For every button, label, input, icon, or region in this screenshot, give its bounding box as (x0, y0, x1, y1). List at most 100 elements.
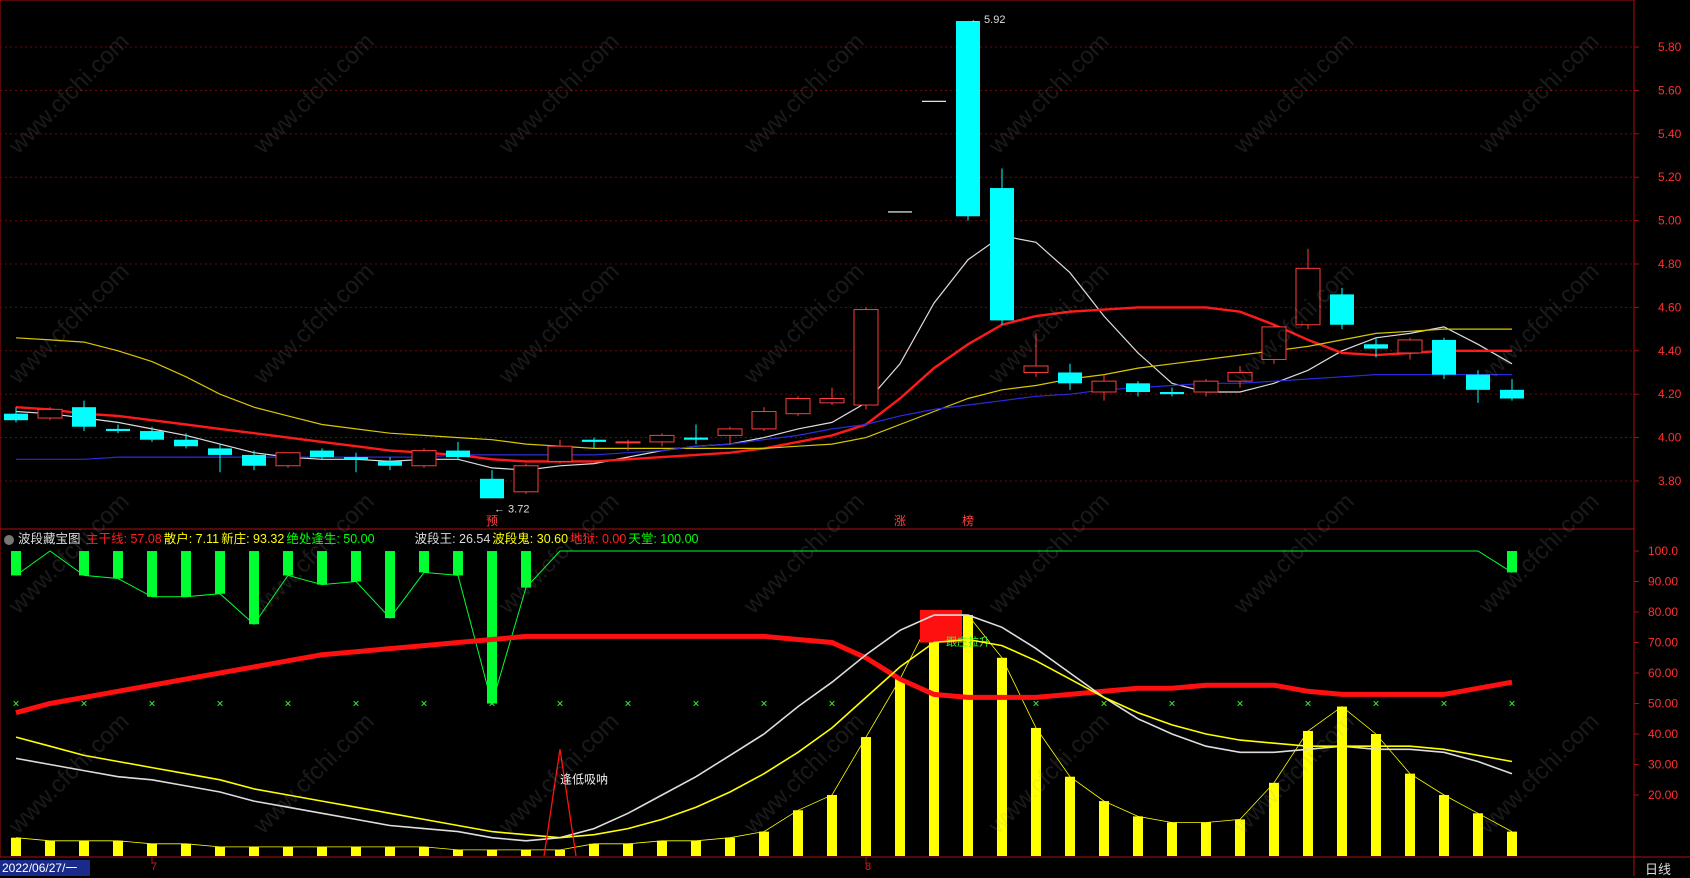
candle-up (1023, 365, 1049, 373)
retail-bar (1133, 816, 1143, 856)
indicator-value-0: 主干线: 57.08 (86, 532, 162, 546)
candle-down (1160, 392, 1184, 395)
retail-bar (1473, 813, 1483, 856)
indicator-values: 主干线: 57.08 散户: 7.11 新庄: 93.32 绝处逢生: 50.00 波段… (86, 532, 701, 546)
collapse-icon[interactable] (4, 534, 14, 545)
ind-tick-label: 30.00 (1648, 758, 1678, 772)
heaven-bar (147, 551, 157, 597)
price-tick-label: 5.20 (1658, 170, 1682, 184)
retail-bar (419, 846, 429, 856)
candle-down (72, 407, 96, 427)
marker-x: × (488, 697, 495, 711)
heaven-bar (487, 551, 497, 704)
heaven-bar (317, 551, 327, 585)
retail-bar (793, 810, 803, 856)
price-annotation: ← 5.92 (970, 14, 1005, 26)
candle-down (242, 454, 266, 466)
candle-up (513, 465, 539, 493)
marker-x: × (692, 697, 699, 711)
price-tick-label: 4.00 (1658, 431, 1682, 445)
candle-down (1432, 339, 1456, 375)
retail-bar (691, 840, 701, 856)
heaven-bar (453, 551, 463, 576)
heaven-line (15, 550, 1513, 706)
retail-bar (725, 837, 735, 856)
ind-tick-label: 20.00 (1648, 788, 1678, 802)
chart-frame (0, 0, 1635, 858)
candle-up (819, 398, 845, 404)
retail-bar (1405, 773, 1415, 856)
heaven-bar (113, 551, 123, 579)
ind-line-1 (15, 614, 1513, 842)
signal-mark: 预 (486, 514, 498, 528)
retail-bar (963, 615, 973, 856)
retail-bar (589, 843, 599, 856)
candle-up (1397, 339, 1423, 354)
candle-up (1227, 371, 1253, 382)
candle-up (37, 408, 63, 419)
marker-x: × (1168, 697, 1175, 711)
ind-tick-label: 40.00 (1648, 727, 1678, 741)
candle-up (275, 452, 301, 467)
retail-bar (385, 846, 395, 856)
retail-bar (1167, 822, 1177, 856)
retail-bar (45, 840, 55, 856)
heaven-bar (351, 551, 361, 582)
marker-x: × (420, 697, 427, 711)
retail-bar (181, 843, 191, 856)
price-tick-label: 4.60 (1658, 300, 1682, 314)
indicator-value-3: 绝处逢生: 50.00 (286, 532, 375, 546)
indicator-value-4: 波段王: 26.54 (414, 532, 491, 546)
retail-bar (215, 846, 225, 856)
retail-bar (1269, 782, 1279, 856)
retail-bar (895, 679, 905, 856)
retail-bar (623, 843, 633, 856)
heaven-bar (79, 551, 89, 576)
marker-x: × (760, 697, 767, 711)
candle-down (1058, 372, 1082, 384)
retail-bar (147, 843, 157, 856)
ind-tick-label: 70.00 (1648, 636, 1678, 650)
retail-bar (929, 612, 939, 856)
cursor-date: 2022/06/27/一 (0, 860, 90, 876)
marker-x: × (12, 697, 19, 711)
candle-up (785, 398, 811, 415)
retail-bar (997, 657, 1007, 856)
retail-bar (521, 849, 531, 856)
retail-bar (1201, 822, 1211, 856)
candle-down (1500, 389, 1524, 399)
retail-bar (11, 837, 21, 856)
candle-up (717, 428, 743, 436)
ma-line-1 (15, 306, 1512, 463)
ind-tick-label: 60.00 (1648, 666, 1678, 680)
indicator-value-1: 散户: 7.11 (163, 532, 220, 546)
marker-x: × (352, 697, 359, 711)
heaven-bar (11, 551, 21, 576)
stock-chart[interactable]: 7 8 5.80 5.60 5.40 5.20 5.00 4.80 4.60 4.40 4.20 4.… (0, 0, 1690, 876)
candle-up (411, 450, 437, 467)
candle-up (1261, 326, 1287, 360)
indicator-name[interactable]: 波段藏宝图 (18, 532, 81, 546)
retail-bar (861, 737, 871, 856)
marker-x: × (216, 697, 223, 711)
period-label[interactable]: 日线 (1645, 859, 1671, 878)
month-label: 7 (151, 861, 157, 873)
marker-x: × (1372, 697, 1379, 711)
heaven-bar (283, 551, 293, 576)
indicator-value-5: 波段鬼: 30.60 (492, 532, 569, 546)
candle-down (174, 439, 198, 447)
heaven-bar (1507, 551, 1517, 573)
candle-down (480, 478, 504, 499)
candle-up (649, 434, 675, 443)
candle-up (1295, 267, 1321, 326)
price-tick-label: 3.80 (1658, 474, 1682, 488)
retail-bar (827, 795, 837, 856)
candle-up (853, 309, 879, 406)
marker-x: × (284, 697, 291, 711)
retail-bar (79, 840, 89, 856)
price-tick-label: 4.80 (1658, 257, 1682, 271)
price-tick-label: 4.40 (1658, 344, 1682, 358)
retail-bar (249, 846, 259, 856)
buy-triangle (543, 749, 577, 857)
signal-mark: 榜 (962, 513, 974, 528)
